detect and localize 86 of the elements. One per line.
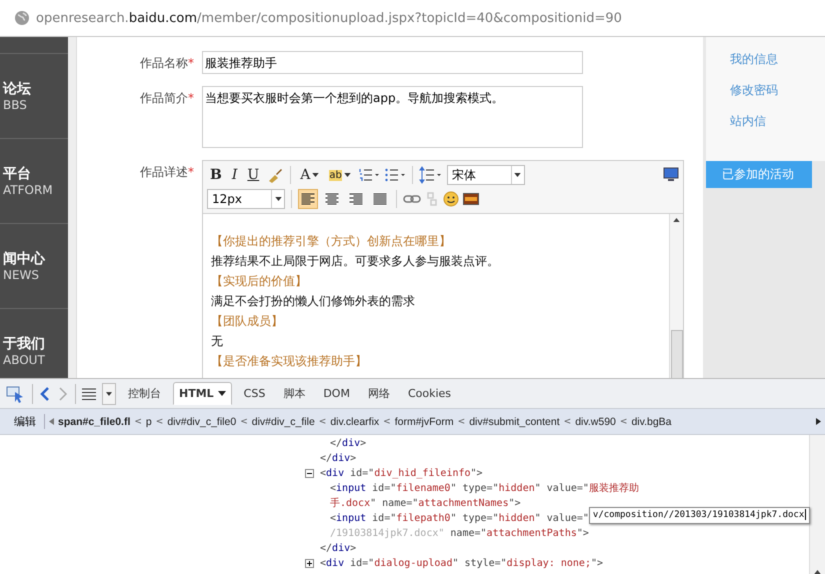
bold-button[interactable]: B <box>207 167 225 183</box>
breadcrumb-item[interactable]: form#jvForm <box>394 416 454 428</box>
breadcrumb-item[interactable]: div#div_c_file <box>252 416 315 428</box>
scroll-up-icon <box>673 218 680 222</box>
globe-icon <box>14 10 30 26</box>
scrollbar[interactable] <box>809 435 825 574</box>
italic-button[interactable]: I <box>228 167 240 183</box>
html-code-line: </div> <box>320 453 356 464</box>
breadcrumb-separator: < <box>156 416 164 426</box>
devtools-tab[interactable]: HTML <box>173 382 232 405</box>
paragraph-text: 推荐结果不止局限于网店。可要求多人参与服装点评。 <box>211 253 500 270</box>
devtools-tab[interactable]: CSS <box>238 382 272 405</box>
align-left-icon <box>301 193 315 205</box>
highlight-button[interactable]: ab <box>326 170 354 180</box>
section-heading: 【是否准备实现该推荐助手】 <box>211 353 368 370</box>
section-heading: 【你提出的推荐引擎（方式）创新点在哪里】 <box>211 233 452 250</box>
breadcrumb-separator: < <box>564 416 572 426</box>
devtools-tab[interactable]: Cookies <box>402 382 458 405</box>
url-text: openresearch.baidu.com/member/compositionupload.jspx?topicId=40&compositionid=90 <box>36 10 622 26</box>
scroll-left-icon[interactable] <box>49 418 54 425</box>
section-heading: 【实现后的价值】 <box>211 273 308 290</box>
devtools-tab[interactable]: 脚本 <box>277 381 312 406</box>
scroll-up-icon <box>814 570 821 574</box>
caret-icon <box>274 197 282 201</box>
font-family-select[interactable]: 宋体 <box>446 165 525 185</box>
section-heading: 【团队成员】 <box>211 313 284 330</box>
html-code-line: <div id="dialog-upload" style="display: none;"> <box>320 558 604 569</box>
required-mark: * <box>188 165 194 179</box>
dropdown-button[interactable] <box>102 382 116 404</box>
html-code-line: <input id="filepath0" type="hidden" value=" <box>330 513 589 524</box>
caret-icon <box>106 392 112 396</box>
html-code-line: <div id="div_hid_fileinfo"> <box>320 468 483 479</box>
align-left-button[interactable] <box>298 189 318 209</box>
name-input-field[interactable]: 服装推荐助手 <box>202 51 583 74</box>
breadcrumb-item[interactable]: div.bgBa <box>631 416 672 428</box>
numbered-list-icon[interactable] <box>358 167 380 183</box>
field-label: 作品简介 <box>140 91 188 105</box>
breadcrumb-separator: < <box>620 416 628 426</box>
breadcrumb-item[interactable]: div.w590 <box>575 416 616 428</box>
image-icon[interactable] <box>463 193 479 205</box>
line-height-icon[interactable] <box>418 166 443 184</box>
breadcrumb-separator: < <box>458 416 466 426</box>
collapse-icon[interactable] <box>305 469 314 478</box>
html-code-line: </div> <box>330 438 366 449</box>
scrollbar[interactable] <box>669 214 683 378</box>
devtools-tab[interactable]: 控制台 <box>122 381 167 406</box>
smiley-icon[interactable] <box>443 191 459 207</box>
breadcrumb-separator: < <box>240 416 248 426</box>
devtools-tab[interactable]: 网络 <box>362 381 396 406</box>
caret-icon <box>312 173 320 177</box>
breadcrumb-separator: < <box>318 416 326 426</box>
breadcrumb-item[interactable]: div#submit_content <box>469 416 560 428</box>
edit-button[interactable]: 编辑 <box>6 414 45 429</box>
breadcrumb-item[interactable]: div#div_c_file0 <box>167 416 236 428</box>
devtools-tab[interactable]: DOM <box>317 382 356 405</box>
caret-icon <box>514 173 522 177</box>
font-size-select[interactable]: 12px <box>207 189 285 209</box>
justify-icon <box>373 193 387 205</box>
attribute-edit-field[interactable]: v/composition//201303/19103814jpk7.docx <box>588 507 810 524</box>
scroll-right-icon[interactable] <box>816 418 821 425</box>
caret-icon <box>344 173 351 177</box>
field-label: 作品详述 <box>140 165 188 179</box>
scrollbar-thumb[interactable] <box>670 330 682 378</box>
link-icon[interactable] <box>403 193 421 205</box>
required-mark: * <box>188 56 194 70</box>
bullet-list-icon[interactable] <box>384 167 406 183</box>
font-color-button[interactable]: A <box>297 167 322 183</box>
breadcrumb-item[interactable]: div.clearfix <box>330 416 380 428</box>
breadcrumb-separator: < <box>134 416 142 426</box>
field-label: 作品名称 <box>140 56 188 70</box>
summary-text-area[interactable]: 当想要买衣服时会第一个想到的app。导航加搜索模式。 <box>202 86 583 148</box>
html-code-line: </div> <box>320 543 356 554</box>
underline-button[interactable]: U <box>244 167 262 183</box>
paragraph-text: 无 <box>211 333 224 350</box>
menu-icon[interactable] <box>82 388 96 400</box>
required-mark: * <box>188 91 194 105</box>
expand-icon[interactable] <box>305 559 314 568</box>
breadcrumb-separator: < <box>383 416 391 426</box>
html-code-line: /19103814jpk7.docx" name="attachmentPaths"> <box>330 528 589 539</box>
caret-icon[interactable] <box>218 391 226 396</box>
align-right-icon <box>349 193 363 205</box>
paragraph-text: 满足不会打扮的懒人们修饰外表的需求 <box>211 293 416 310</box>
breadcrumb-item[interactable]: span#c_file0.fl <box>58 416 130 428</box>
breadcrumb-item[interactable]: p <box>146 416 152 428</box>
monitor-icon[interactable] <box>663 167 679 183</box>
align-center-icon <box>325 193 339 205</box>
